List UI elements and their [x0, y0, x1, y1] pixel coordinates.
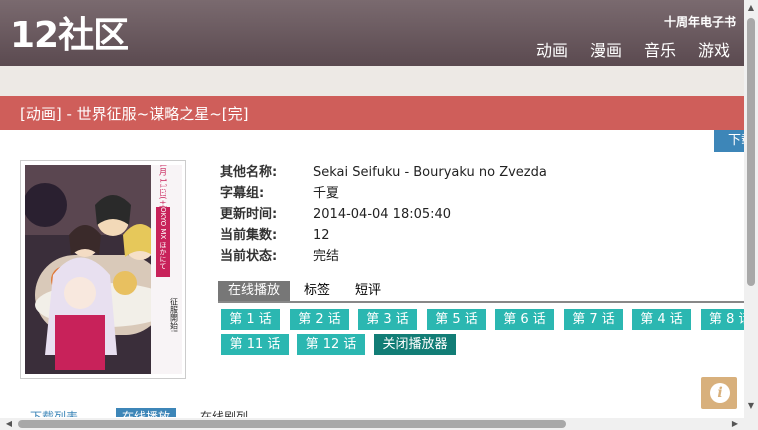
- nav-item-anime[interactable]: 动画: [536, 37, 568, 61]
- episode-button[interactable]: 第 4 话: [632, 309, 691, 330]
- info-float-button[interactable]: i: [701, 377, 737, 409]
- main-nav: 动画 漫画 音乐 游戏: [536, 37, 730, 61]
- info-icon: i: [710, 383, 730, 403]
- vertical-scrollbar[interactable]: ▲ ▼: [744, 0, 758, 430]
- bottom-tabs: 下载列表 在线播放 在线剧列: [0, 403, 744, 417]
- tab-online-series[interactable]: 在线剧列: [200, 408, 248, 417]
- scroll-left-icon[interactable]: ◀: [2, 418, 16, 430]
- info-row-updated: 更新时间: 2014-04-04 18:05:40: [220, 207, 452, 222]
- info-row-episodes: 当前集数: 12: [220, 228, 330, 243]
- page-title: [动画] - 世界征服~谋略之星~[完]: [20, 105, 249, 123]
- tab-reviews[interactable]: 短评: [355, 281, 381, 301]
- cover-image: 2014年 1月 11日(土)より MBS・TOKYO MX ほかにて 征服開始…: [25, 165, 182, 374]
- download-button[interactable]: 下载: [714, 130, 744, 152]
- cover-station: MBS・TOKYO MX ほかにて: [159, 181, 167, 270]
- episode-button[interactable]: 第 8 话: [701, 309, 744, 330]
- horizontal-scroll-thumb[interactable]: [18, 420, 566, 428]
- nav-item-games[interactable]: 游戏: [698, 37, 730, 61]
- episode-button[interactable]: 第 3 话: [358, 309, 417, 330]
- ebook-link[interactable]: 十周年电子书: [664, 13, 736, 30]
- episode-button[interactable]: 第 6 话: [495, 309, 554, 330]
- episode-button[interactable]: 第 1 话: [221, 309, 280, 330]
- scroll-up-icon[interactable]: ▲: [744, 2, 758, 14]
- episode-button[interactable]: 第 12 话: [297, 334, 365, 355]
- title-bar: [动画] - 世界征服~谋略之星~[完]: [0, 96, 744, 130]
- episode-button[interactable]: 第 2 话: [290, 309, 349, 330]
- info-row-fansub: 字幕组: 千夏: [220, 186, 340, 201]
- episode-button[interactable]: 第 7 话: [564, 309, 623, 330]
- info-row-alias: 其他名称: Sekai Seifuku - Bouryaku no Zvezda: [220, 165, 547, 180]
- tab-online-play[interactable]: 在线播放: [218, 281, 291, 301]
- site-logo[interactable]: 12社区: [10, 14, 129, 58]
- episode-button[interactable]: 第 5 话: [427, 309, 486, 330]
- scroll-right-icon[interactable]: ▶: [728, 418, 742, 430]
- scroll-down-icon[interactable]: ▼: [744, 400, 758, 412]
- banner-strip: [0, 66, 744, 96]
- site-header: 12社区 十周年电子书 动画 漫画 音乐 游戏: [0, 0, 744, 66]
- nav-item-manga[interactable]: 漫画: [590, 37, 622, 61]
- vertical-scroll-thumb[interactable]: [747, 18, 755, 286]
- horizontal-scrollbar[interactable]: ◀ ▶: [0, 418, 744, 430]
- tab-download-list[interactable]: 下载列表: [30, 408, 78, 417]
- close-player-button[interactable]: 关闭播放器: [374, 334, 456, 355]
- info-list: 其他名称: Sekai Seifuku - Bouryaku no Zvezda …: [220, 162, 547, 267]
- cover-slogan: 征服開始!: [170, 296, 179, 332]
- episode-button[interactable]: 第 11 话: [221, 334, 289, 355]
- detail-tabs: 在线播放 标签 短评: [218, 281, 744, 303]
- info-row-status: 当前状态: 完结: [220, 249, 340, 264]
- tab-tags[interactable]: 标签: [304, 281, 330, 301]
- nav-item-music[interactable]: 音乐: [644, 37, 676, 61]
- cover-frame: 2014年 1月 11日(土)より MBS・TOKYO MX ほかにて 征服開始…: [20, 160, 186, 379]
- tab-online-list[interactable]: 在线播放: [116, 408, 177, 417]
